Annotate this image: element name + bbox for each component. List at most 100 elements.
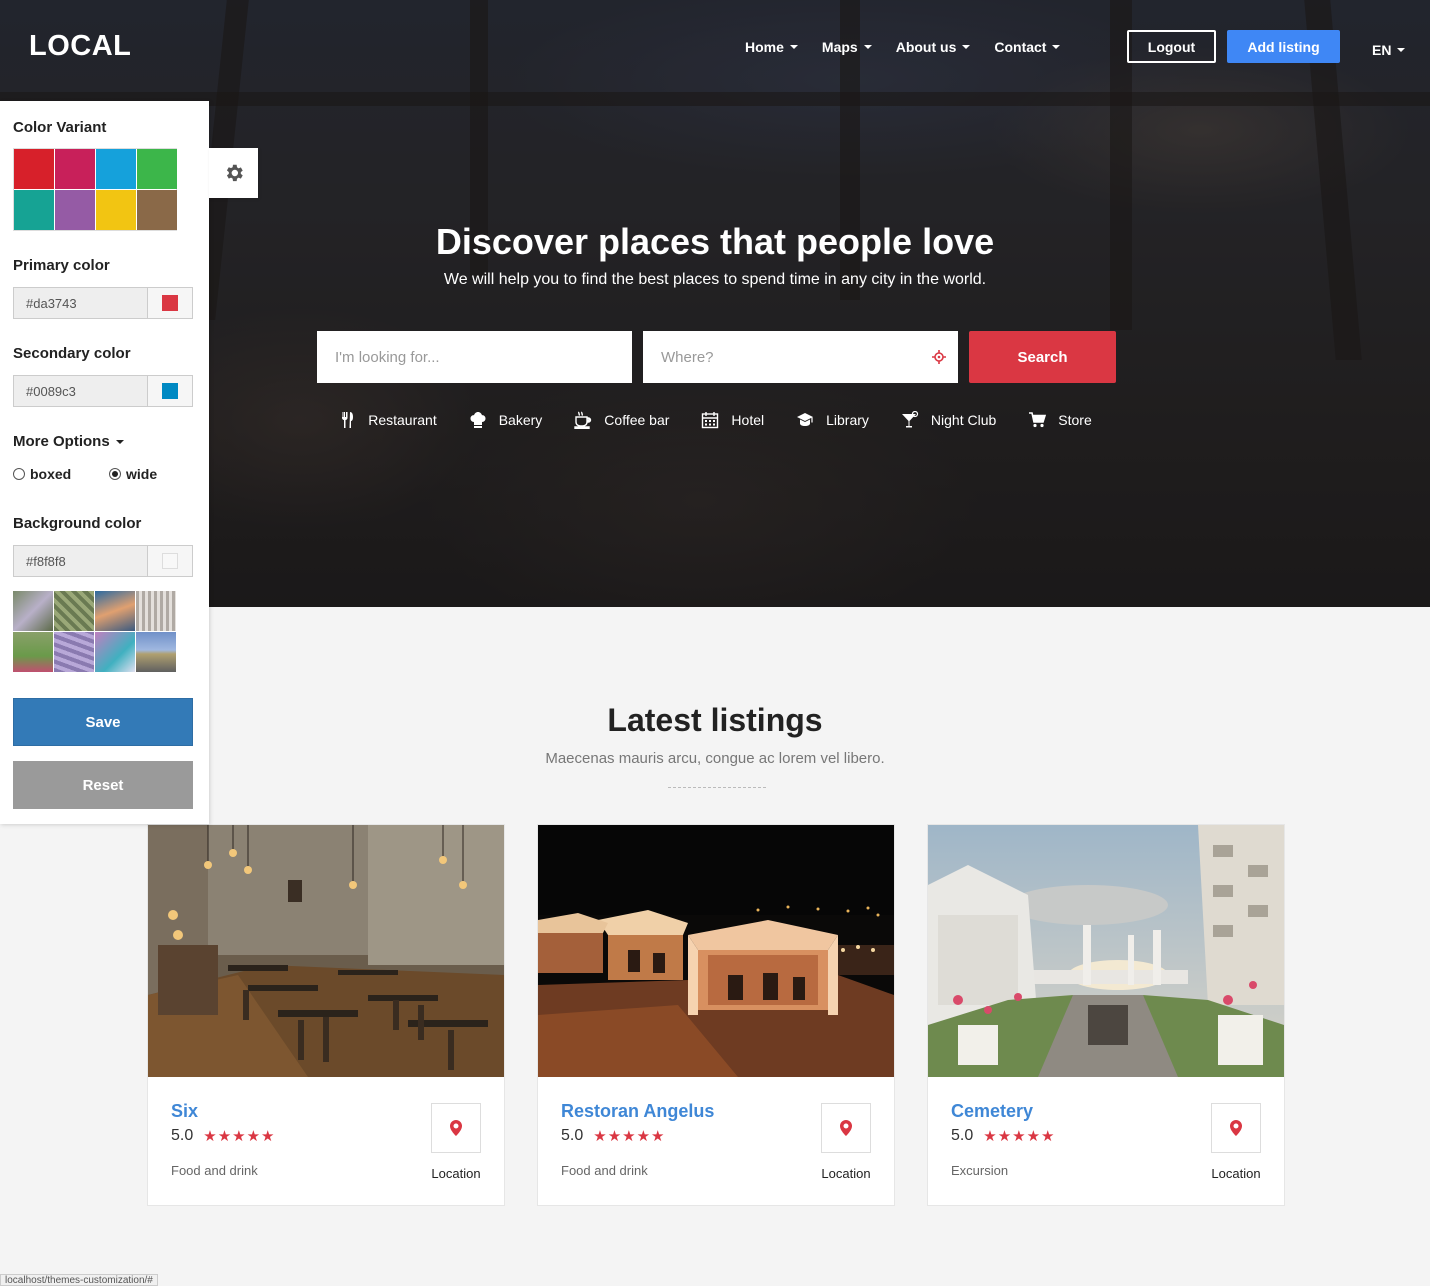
location-label[interactable]: Location: [1211, 1166, 1261, 1181]
nav-home[interactable]: Home: [745, 39, 798, 55]
listing-title[interactable]: Six: [171, 1101, 198, 1122]
background-color-picker[interactable]: [147, 546, 192, 576]
background-pattern[interactable]: [95, 591, 135, 631]
star-rating-icon: ★★★★★: [593, 1128, 666, 1145]
category-store[interactable]: Store: [1028, 411, 1092, 429]
color-swatch[interactable]: [55, 190, 95, 230]
listing-category[interactable]: Food and drink: [561, 1163, 648, 1178]
save-button[interactable]: Save: [13, 698, 193, 746]
search-button[interactable]: Search: [969, 331, 1116, 383]
theme-customizer-panel: Color Variant Primary color #da3743 Seco…: [0, 101, 209, 824]
latest-listings-subtitle: Maecenas mauris arcu, congue ac lorem ve…: [545, 750, 885, 767]
caret-down-icon: [863, 45, 872, 49]
map-pin-icon: [450, 1120, 462, 1136]
background-pattern[interactable]: [54, 632, 94, 672]
listing-title[interactable]: Cemetery: [951, 1101, 1033, 1122]
nav-maps[interactable]: Maps: [822, 39, 872, 55]
hero-banner: LOCAL Home Maps About us Contact Logout …: [0, 0, 1430, 607]
category-library[interactable]: Library: [796, 411, 869, 429]
cocktail-icon: [901, 411, 919, 428]
background-color-input[interactable]: #f8f8f8: [14, 546, 147, 576]
graduation-cap-icon: [797, 413, 814, 426]
listing-card[interactable]: Six 5.0 ★★★★★ Food and drink Location: [147, 824, 505, 1206]
listing-rating: 5.0 ★★★★★: [951, 1127, 1056, 1145]
location-label[interactable]: Location: [821, 1166, 871, 1181]
location-button[interactable]: [431, 1103, 481, 1153]
search-location-input[interactable]: [643, 331, 958, 383]
radio-button[interactable]: [13, 468, 25, 480]
more-options-toggle[interactable]: More Options: [13, 433, 124, 450]
color-swatch[interactable]: [137, 190, 177, 230]
location-button[interactable]: [821, 1103, 871, 1153]
color-variant-label: Color Variant: [13, 119, 107, 136]
category-label: Library: [826, 412, 869, 428]
nav-home-label: Home: [745, 39, 784, 55]
primary-color-picker[interactable]: [147, 288, 192, 318]
secondary-color-field[interactable]: #0089c3: [13, 375, 193, 407]
color-swatch[interactable]: [14, 149, 54, 189]
category-night-club[interactable]: Night Club: [901, 411, 996, 429]
listing-image[interactable]: [928, 825, 1284, 1077]
listing-rating: 5.0 ★★★★★: [561, 1127, 666, 1145]
listing-card[interactable]: Cemetery 5.0 ★★★★★ Excursion Location: [927, 824, 1285, 1206]
background-pattern[interactable]: [13, 591, 53, 631]
add-listing-button[interactable]: Add listing: [1227, 30, 1340, 63]
logout-button[interactable]: Logout: [1127, 30, 1216, 63]
background-pattern-grid: [13, 591, 177, 672]
category-label: Coffee bar: [604, 412, 670, 428]
crosshair-icon[interactable]: [932, 350, 946, 364]
category-restaurant[interactable]: Restaurant: [338, 411, 437, 429]
main-nav: Home Maps About us Contact: [745, 39, 1084, 55]
nav-about-label: About us: [895, 39, 957, 55]
listing-rating: 5.0 ★★★★★: [171, 1127, 276, 1145]
search-keyword-input[interactable]: [317, 331, 632, 383]
category-label: Restaurant: [368, 412, 437, 428]
fork-knife-icon: [342, 412, 354, 428]
layout-wide-radio[interactable]: wide: [109, 466, 157, 482]
category-hotel[interactable]: Hotel: [701, 411, 764, 429]
listing-card[interactable]: Restoran Angelus 5.0 ★★★★★ Food and drink…: [537, 824, 895, 1206]
site-logo[interactable]: LOCAL: [29, 30, 131, 63]
primary-color-field[interactable]: #da3743: [13, 287, 193, 319]
color-swatch[interactable]: [96, 190, 136, 230]
layout-boxed-radio[interactable]: boxed: [13, 466, 71, 482]
background-pattern[interactable]: [54, 591, 94, 631]
secondary-color-input[interactable]: #0089c3: [14, 376, 147, 406]
category-label: Hotel: [731, 412, 765, 428]
language-selector[interactable]: EN: [1372, 42, 1406, 58]
reset-button[interactable]: Reset: [13, 761, 193, 809]
listing-category[interactable]: Excursion: [951, 1163, 1008, 1178]
category-bakery[interactable]: Bakery: [469, 411, 543, 429]
color-chip: [162, 383, 178, 399]
customizer-toggle-button[interactable]: [209, 148, 258, 198]
rating-value: 5.0: [561, 1127, 584, 1144]
color-swatch[interactable]: [96, 149, 136, 189]
color-swatch[interactable]: [55, 149, 95, 189]
primary-color-input[interactable]: #da3743: [14, 288, 147, 318]
caret-down-icon: [115, 439, 124, 444]
background-color-field[interactable]: #f8f8f8: [13, 545, 193, 577]
background-pattern[interactable]: [95, 632, 135, 672]
background-pattern[interactable]: [136, 632, 176, 672]
rating-value: 5.0: [951, 1127, 974, 1144]
background-pattern[interactable]: [136, 591, 176, 631]
nav-contact[interactable]: Contact: [994, 39, 1061, 55]
radio-button[interactable]: [109, 468, 121, 480]
caret-down-icon: [962, 45, 971, 49]
latest-listings-title: Latest listings: [607, 702, 823, 738]
calendar-icon: [702, 412, 719, 429]
category-coffee-bar[interactable]: Coffee bar: [574, 411, 669, 429]
listing-image[interactable]: [148, 825, 504, 1077]
location-button[interactable]: [1211, 1103, 1261, 1153]
color-swatch[interactable]: [14, 190, 54, 230]
background-pattern[interactable]: [13, 632, 53, 672]
section-divider: [668, 787, 766, 788]
listing-title[interactable]: Restoran Angelus: [561, 1101, 714, 1122]
listing-image[interactable]: [538, 825, 894, 1077]
secondary-color-picker[interactable]: [147, 376, 192, 406]
nav-about[interactable]: About us: [896, 39, 971, 55]
location-label[interactable]: Location: [431, 1166, 481, 1181]
category-label: Bakery: [498, 412, 543, 428]
listing-category[interactable]: Food and drink: [171, 1163, 258, 1178]
color-swatch[interactable]: [137, 149, 177, 189]
